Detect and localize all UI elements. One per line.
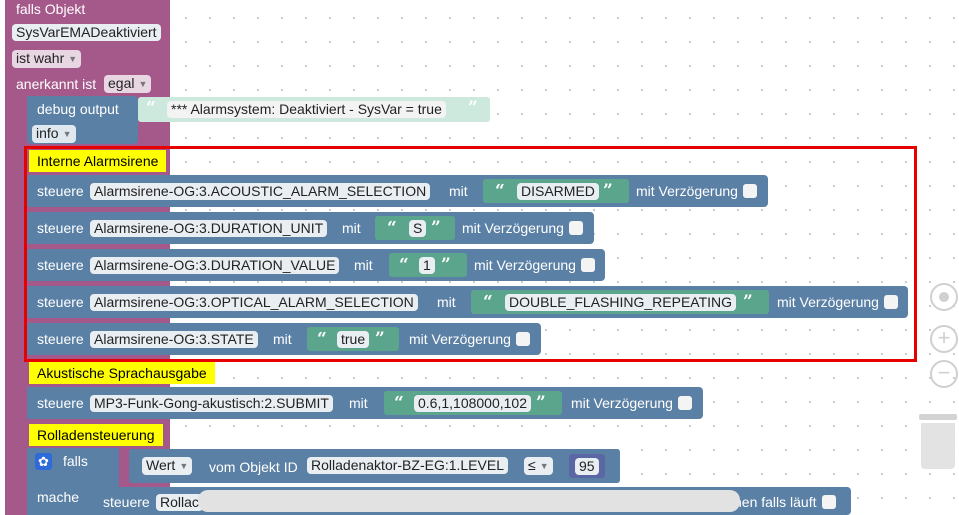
chevron-down-icon: ▼: [539, 461, 549, 471]
control-row[interactable]: steuere Alarmsirene-OG:3.OPTICAL_ALARM_S…: [27, 286, 908, 318]
delay-checkbox[interactable]: [883, 295, 898, 309]
quote-close-icon: ”: [743, 292, 753, 312]
operator-dropdown[interactable]: ≤ ▼: [524, 457, 553, 475]
delay-checkbox[interactable]: [677, 396, 692, 410]
quote-open-icon: “: [394, 393, 404, 413]
object-id-field[interactable]: Alarmsirene-OG:3.OPTICAL_ALARM_SELECTION: [90, 294, 418, 311]
value-type-dropdown[interactable]: Wert ▼: [142, 457, 193, 475]
comment-speech[interactable]: Akustische Sprachausgabe: [29, 362, 215, 384]
debug-label: debug output: [37, 101, 119, 117]
control-row[interactable]: steuere Alarmsirene-OG:3.STATE mit “ tru…: [27, 323, 541, 355]
object-id-field[interactable]: Alarmsirene-OG:3.STATE: [90, 331, 258, 348]
chevron-down-icon: ▼: [68, 54, 78, 64]
object-field[interactable]: SysVarEMADeaktiviert: [12, 24, 161, 41]
zoom-out-icon[interactable]: −: [930, 360, 958, 388]
blinds-if-label: falls: [63, 453, 88, 469]
target-icon[interactable]: [930, 283, 958, 311]
redacted-area: [198, 490, 740, 512]
object-id-field[interactable]: Rolladenaktor-BZ-EG:1.LEVEL: [307, 457, 508, 474]
quote-close-icon: ”: [375, 329, 385, 349]
number-block[interactable]: 95: [569, 454, 605, 478]
object-id-field[interactable]: MP3-Funk-Gong-akustisch:2.SUBMIT: [90, 395, 333, 412]
quote-open-icon: “: [399, 255, 409, 275]
quote-open-icon: “: [317, 329, 327, 349]
string-value-block[interactable]: “ DOUBLE_FLASHING_REPEATING ”: [471, 290, 769, 314]
trigger-label: falls Objekt: [16, 1, 86, 17]
comment-blinds[interactable]: Rolladensteuerung: [29, 424, 163, 446]
quote-open-icon: “: [483, 292, 493, 312]
quote-open-icon: “: [387, 218, 397, 238]
delay-checkbox[interactable]: [821, 495, 836, 509]
string-value-block[interactable]: “ true ”: [307, 327, 399, 351]
zoom-in-icon[interactable]: +: [930, 325, 958, 353]
chevron-down-icon: ▼: [179, 461, 189, 471]
chevron-down-icon: ▼: [138, 79, 148, 89]
condition-dropdown[interactable]: ist wahr ▼: [12, 50, 82, 68]
quote-close-icon: ”: [603, 181, 613, 201]
string-value-block[interactable]: “ DISARMED ”: [483, 179, 629, 203]
delay-checkbox[interactable]: [742, 184, 757, 198]
string-value-block[interactable]: “ S ”: [375, 216, 455, 240]
ack-dropdown[interactable]: egal ▼: [104, 75, 152, 93]
object-id-field[interactable]: Alarmsirene-OG:3.ACOUSTIC_ALARM_SELECTIO…: [90, 183, 431, 200]
delay-checkbox[interactable]: [515, 332, 530, 346]
blinds-do-label: mache: [37, 489, 80, 505]
quote-open-icon: “: [146, 98, 156, 118]
control-row[interactable]: steuere Alarmsirene-OG:3.ACOUSTIC_ALARM_…: [27, 175, 768, 207]
comparison-block[interactable]: Wert ▼ vom Objekt ID Rolladenaktor-BZ-EG:…: [129, 449, 620, 483]
quote-close-icon: ”: [431, 218, 441, 238]
control-row[interactable]: steuere MP3-Funk-Gong-akustisch:2.SUBMIT…: [27, 387, 703, 419]
control-row[interactable]: steuere Alarmsirene-OG:3.DURATION_UNIT m…: [27, 212, 594, 244]
quote-close-icon: ”: [536, 393, 546, 413]
comment-siren[interactable]: Interne Alarmsirene: [29, 150, 167, 172]
statement-spine: [5, 95, 27, 515]
quote-close-icon: ”: [441, 255, 451, 275]
chevron-down-icon: ▼: [62, 129, 72, 139]
quote-open-icon: “: [495, 181, 505, 201]
debug-level-dropdown[interactable]: info ▼: [32, 125, 76, 143]
object-id-field[interactable]: Alarmsirene-OG:3.DURATION_UNIT: [90, 220, 328, 237]
delay-checkbox[interactable]: [568, 221, 583, 235]
object-id-field[interactable]: Rollac: [156, 494, 203, 511]
object-id-field[interactable]: Alarmsirene-OG:3.DURATION_VALUE: [90, 257, 340, 274]
quote-close-icon: ”: [468, 98, 478, 118]
debug-message-block[interactable]: “ *** Alarmsystem: Deaktiviert - SysVar …: [138, 97, 490, 122]
gear-icon[interactable]: ✿: [35, 453, 52, 470]
string-value-block[interactable]: “ 1 ”: [389, 253, 467, 277]
control-row[interactable]: steuere Alarmsirene-OG:3.DURATION_VALUE …: [27, 249, 605, 281]
string-value-block[interactable]: “ 0.6,1,108000,102 ”: [384, 391, 562, 415]
trash-icon[interactable]: [917, 414, 959, 470]
ack-label: anerkannt ist: [16, 76, 97, 92]
delay-checkbox[interactable]: [580, 258, 595, 272]
